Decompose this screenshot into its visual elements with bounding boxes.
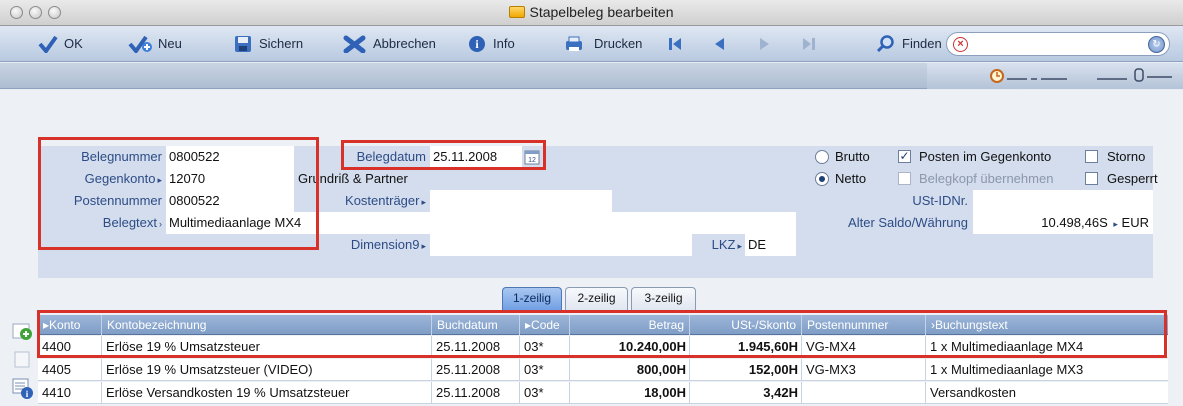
alter-saldo-field: 10.498,46S ▸ EUR [973,212,1153,234]
highlight-box-beleg [38,137,319,250]
alter-saldo-label: Alter Saldo/Währung [848,215,968,230]
toolbar: OK Neu Sichern Abbrechen i Info Drucken … [0,26,1183,62]
cell-code: 03* [520,382,570,404]
neu-label: Neu [158,36,182,51]
cell-kontobezeichnung: Erlöse Versandkosten 19 % Umsatzsteuer [102,382,432,404]
abbrechen-button[interactable]: Abbrechen [343,34,436,54]
finden-button[interactable]: Finden [876,34,942,54]
clock-timeline-icon [990,68,1172,83]
magnifier-icon [876,35,896,53]
cell-betrag: 18,00H [570,382,690,404]
storno-checkbox[interactable] [1085,150,1098,163]
window-titlebar: Stapelbeleg bearbeiten [0,0,1183,26]
info-label: Info [493,36,515,51]
find-input[interactable]: × ↻ [946,32,1170,56]
table-row[interactable]: 4405 Erlöse 19 % Umsatzsteuer (VIDEO) 25… [38,359,1168,381]
ok-button[interactable]: OK [38,34,83,55]
cell-betrag: 800,00H [570,359,690,381]
status-strip [0,63,1183,89]
delete-row-icon[interactable] [12,350,36,370]
cell-ust-skonto: 3,42H [690,382,802,404]
info-icon: i [467,35,487,53]
cell-kontobezeichnung: Erlöse 19 % Umsatzsteuer (VIDEO) [102,359,432,381]
kostentraeger-label: Kostenträger ▸ [345,193,426,208]
lkz-field[interactable]: DE [745,234,796,256]
drucken-button[interactable]: Drucken [564,34,642,54]
cell-konto: 4410 [38,382,102,404]
ok-label: OK [64,36,83,51]
belegkopf-checkbox[interactable] [898,172,911,185]
drucken-label: Drucken [594,36,643,51]
cell-buchdatum: 25.11.2008 [432,359,520,381]
tab-1-zeilig[interactable]: 1-zeilig [502,287,562,311]
highlight-box-belegdatum [341,140,546,170]
printer-icon [564,35,584,53]
floppy-disk-icon [233,35,253,53]
next-record-icon[interactable] [757,36,771,52]
tab-2-zeilig[interactable]: 2-zeilig [565,287,628,311]
posten-gegenkonto-label: Posten im Gegenkonto [919,149,1052,164]
search-go-icon[interactable]: ↻ [1148,36,1165,53]
cell-ust-skonto: 152,00H [690,359,802,381]
row-info-icon[interactable]: i [12,378,36,400]
kostentraeger-field[interactable] [430,190,612,212]
brutto-radio[interactable] [815,150,829,164]
last-record-icon[interactable] [802,36,816,52]
app-icon [509,6,526,18]
previous-record-icon[interactable] [712,36,726,52]
belegkopf-label: Belegkopf übernehmen [919,171,1054,186]
gesperrt-checkbox[interactable] [1085,172,1098,185]
new-check-plus-icon [128,35,152,55]
ustid-label: USt-IDNr. [912,193,968,208]
sichern-button[interactable]: Sichern [233,34,303,54]
netto-radio[interactable] [815,172,829,186]
posten-gegenkonto-checkbox[interactable]: ✓ [898,150,911,163]
highlight-box-first-row [37,310,1167,358]
dimension9-field[interactable] [430,234,692,256]
brutto-label: Brutto [835,149,870,164]
neu-button[interactable]: Neu [128,34,182,55]
abbrechen-label: Abbrechen [373,36,436,51]
sichern-label: Sichern [259,36,304,51]
clear-search-icon[interactable]: × [953,37,968,52]
lkz-label: LKZ ▸ [711,237,742,252]
table-row[interactable]: 4410 Erlöse Versandkosten 19 % Umsatzste… [38,382,1168,404]
storno-label: Storno [1107,149,1146,164]
window-title: Stapelbeleg bearbeiten [0,4,1183,20]
cell-buchdatum: 25.11.2008 [432,382,520,404]
cancel-x-icon [343,35,366,54]
cell-konto: 4405 [38,359,102,381]
tab-3-zeilig[interactable]: 3-zeilig [631,287,696,311]
gesperrt-label: Gesperrt [1107,171,1158,186]
cell-postennummer [802,382,926,404]
checkmark-icon [38,35,58,55]
add-row-icon[interactable] [12,322,36,342]
info-button[interactable]: i Info [467,34,515,54]
finden-label: Finden [902,36,942,51]
content-area: Belegnummer 0800522 Belegdatum 25.11.200… [0,90,1183,406]
ustid-field[interactable] [973,190,1153,212]
cell-buchungstext: 1 x Multimediaanlage MX3 [930,362,1084,377]
cell-postennummer: VG-MX3 [802,359,926,381]
netto-label: Netto [835,171,867,186]
cell-code: 03* [520,359,570,381]
first-record-icon[interactable] [668,36,682,52]
clock-widget [927,63,1183,89]
cell-buchungstext: Versandkosten [930,385,1017,400]
